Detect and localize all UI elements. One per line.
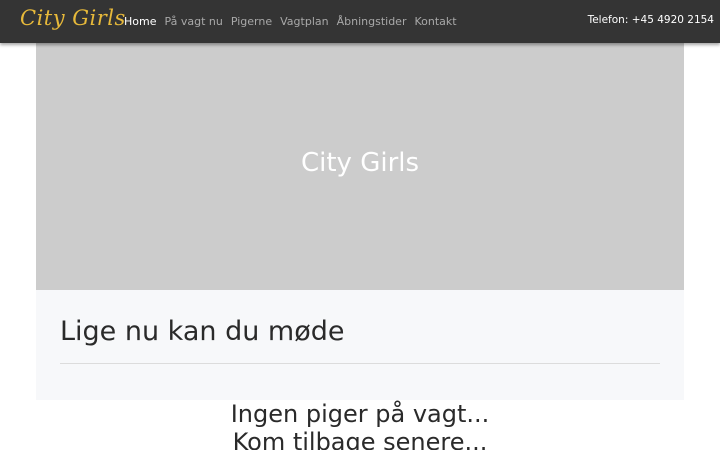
divider bbox=[60, 363, 660, 364]
hero-banner: City Girls bbox=[36, 43, 684, 290]
hero-title: City Girls bbox=[300, 148, 420, 178]
brand-logo[interactable]: City Girls bbox=[20, 6, 126, 30]
top-navbar: City Girls Home På vagt nu Pigerne Vagtp… bbox=[0, 0, 720, 43]
empty-state-message: Ingen piger på vagt... Kom tilbage sener… bbox=[0, 400, 720, 450]
phone-number: Telefon: +45 4920 2154 bbox=[587, 14, 714, 26]
empty-state-line-2: Kom tilbage senere... bbox=[232, 428, 488, 450]
nav-item-pigerne[interactable]: Pigerne bbox=[227, 13, 276, 30]
section-heading: Lige nu kan du møde bbox=[60, 316, 345, 347]
empty-state-line-1: Ingen piger på vagt... bbox=[230, 400, 490, 428]
now-available-panel: Lige nu kan du møde bbox=[36, 290, 684, 400]
nav-item-aabningstider[interactable]: Åbningstider bbox=[333, 13, 411, 30]
nav-item-home[interactable]: Home bbox=[120, 13, 160, 30]
nav-item-vagtplan[interactable]: Vagtplan bbox=[276, 13, 332, 30]
nav-item-kontakt[interactable]: Kontakt bbox=[410, 13, 460, 30]
nav-item-paa-vagt-nu[interactable]: På vagt nu bbox=[160, 13, 226, 30]
main-nav: Home På vagt nu Pigerne Vagtplan Åbnings… bbox=[120, 13, 461, 30]
